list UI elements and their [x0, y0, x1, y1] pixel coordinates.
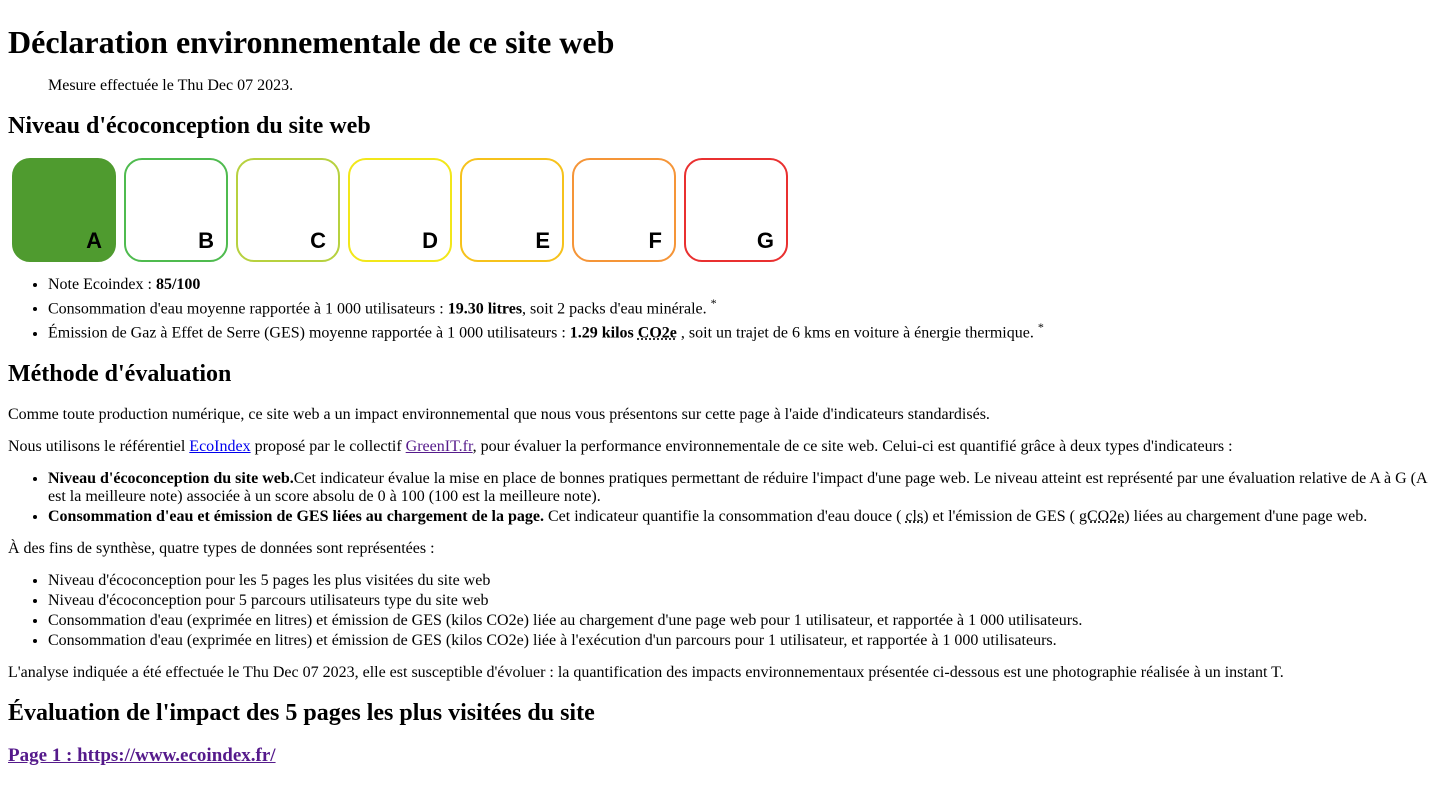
text: proposé par le collectif [251, 438, 406, 455]
indicator-label: Consommation d'eau et émission de GES li… [48, 508, 544, 525]
greenit-link[interactable]: GreenIT.fr [406, 438, 473, 455]
cls-abbr: cls [905, 508, 923, 525]
stats-list: Note Ecoindex : 85/100 Consommation d'ea… [8, 276, 1442, 343]
ecoindex-link[interactable]: EcoIndex [189, 438, 250, 455]
stat-suffix: , soit 2 packs d'eau minérale. [522, 300, 711, 317]
stat-water: Consommation d'eau moyenne rapportée à 1… [48, 296, 1442, 318]
grade-letter: G [757, 228, 774, 254]
grade-box-f: F [572, 158, 676, 262]
stat-suffix: , soit un trajet de 6 kms en voiture à é… [677, 325, 1038, 342]
measured-on-suffix: . [289, 77, 293, 94]
measurement-date: Mesure effectuée le Thu Dec 07 2023. [48, 77, 1402, 95]
list-item: Niveau d'écoconception pour les 5 pages … [48, 572, 1442, 590]
analysis-note: L'analyse indiquée a été effectuée le Th… [8, 664, 1442, 682]
text: Nous utilisons le référentiel [8, 438, 189, 455]
footnote-marker: * [711, 296, 717, 310]
section-methode-heading: Méthode d'évaluation [8, 361, 1442, 388]
grade-letter: D [422, 228, 438, 254]
list-item: Consommation d'eau (exprimée en litres) … [48, 612, 1442, 630]
method-referentiel: Nous utilisons le référentiel EcoIndex p… [8, 438, 1442, 456]
grade-box-e: E [460, 158, 564, 262]
section-niveau-heading: Niveau d'écoconception du site web [8, 113, 1442, 140]
list-item: Niveau d'écoconception pour 5 parcours u… [48, 592, 1442, 610]
stat-ecoindex: Note Ecoindex : 85/100 [48, 276, 1442, 294]
text: Cet indicateur quantifie la consommation… [544, 508, 905, 525]
indicator-ecoconception: Niveau d'écoconception du site web.Cet i… [48, 470, 1442, 506]
grade-letter: B [198, 228, 214, 254]
stat-label: Consommation d'eau moyenne rapportée à 1… [48, 300, 448, 317]
list-item: Consommation d'eau (exprimée en litres) … [48, 632, 1442, 650]
grade-letter: F [649, 228, 662, 254]
indicators-list: Niveau d'écoconception du site web. Cet i… [8, 470, 1442, 526]
synthesis-intro: À des fins de synthèse, quatre types de … [8, 540, 1442, 558]
stat-label: Émission de Gaz à Effet de Serre (GES) m… [48, 325, 570, 342]
stat-value: 19.30 litres [448, 300, 522, 317]
grade-box-b: B [124, 158, 228, 262]
page1-heading: Page 1 : https://www.ecoindex.fr/ [8, 745, 1442, 767]
grade-letter: E [535, 228, 550, 254]
measured-on-prefix: Mesure effectuée le [48, 77, 178, 94]
grade-letter: C [310, 228, 326, 254]
indicator-consumption: Consommation d'eau et émission de GES li… [48, 508, 1442, 526]
stat-label: Note Ecoindex : [48, 276, 156, 293]
grade-box-d: D [348, 158, 452, 262]
co2e-abbr: CO2e [638, 325, 677, 342]
stat-value: 85/100 [156, 276, 200, 293]
grade-box-c: C [236, 158, 340, 262]
section-eval-heading: Évaluation de l'impact des 5 pages les p… [8, 700, 1442, 727]
text: ) liées au chargement d'une page web. [1124, 508, 1367, 525]
stat-value: 1.29 kilos CO2e [570, 325, 677, 342]
grade-box-a: A [12, 158, 116, 262]
indicator-label: Niveau d'écoconception du site web. [48, 470, 294, 487]
measured-on-date: Thu Dec 07 2023 [178, 77, 290, 94]
eco-grade-scale: A B C D E F G [12, 158, 1442, 262]
stat-ges: Émission de Gaz à Effet de Serre (GES) m… [48, 320, 1442, 342]
grade-letter: A [86, 228, 102, 254]
gco2e-abbr: gCO2e [1079, 508, 1124, 525]
text: ) et l'émission de GES ( [923, 508, 1079, 525]
grade-box-g: G [684, 158, 788, 262]
page1-link[interactable]: Page 1 : https://www.ecoindex.fr/ [8, 745, 276, 766]
text: , pour évaluer la performance environnem… [473, 438, 1233, 455]
page-title: Déclaration environnementale de ce site … [8, 24, 1442, 61]
data-types-list: Niveau d'écoconception pour les 5 pages … [8, 572, 1442, 650]
footnote-marker: * [1038, 320, 1044, 334]
method-intro: Comme toute production numérique, ce sit… [8, 406, 1442, 424]
